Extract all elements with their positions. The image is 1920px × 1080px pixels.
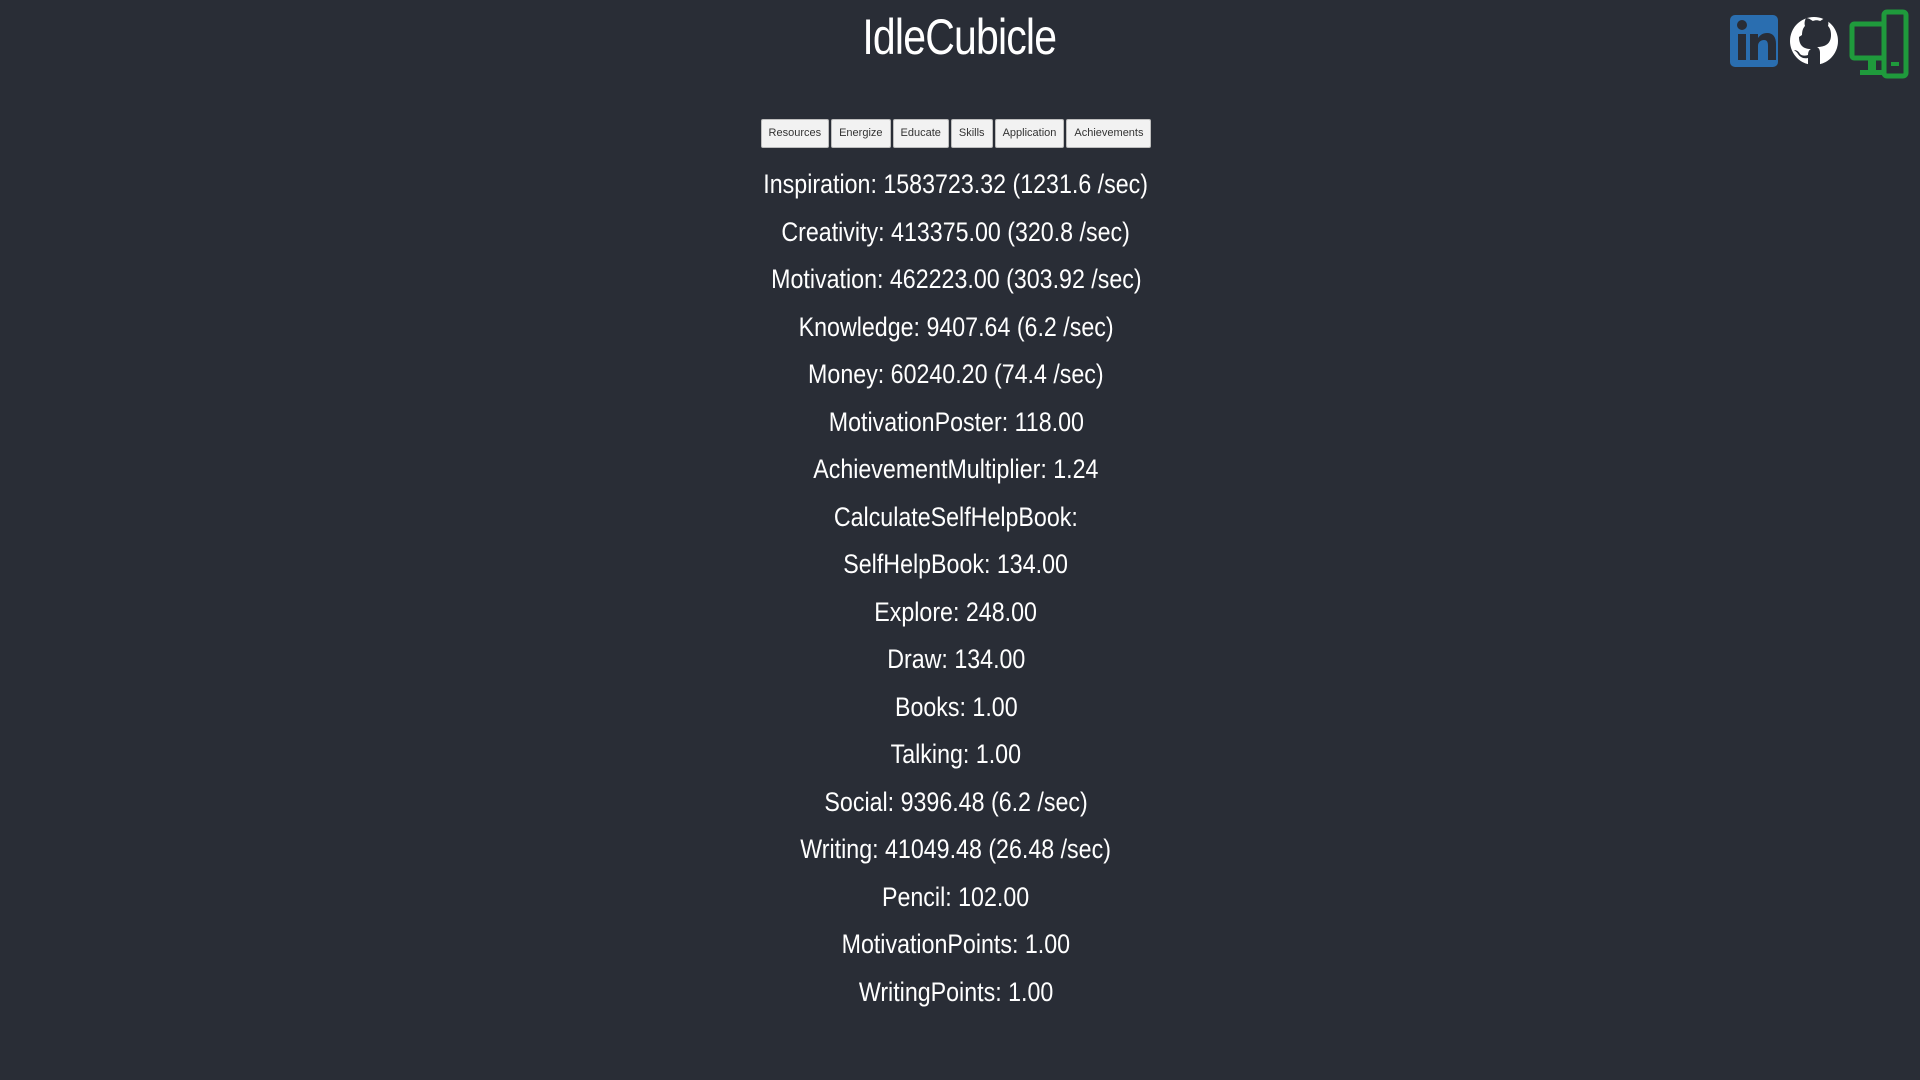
resource-list: Inspiration: 1583723.32 (1231.6 /sec) Cr… bbox=[0, 161, 1912, 1016]
devices-link[interactable] bbox=[1848, 8, 1909, 79]
stat-money: Money: 60240.20 (74.4 /sec) bbox=[808, 359, 1104, 389]
stat-motivation-points: MotivationPoints: 1.00 bbox=[841, 929, 1071, 959]
tab-achievements[interactable]: Achievements bbox=[1066, 119, 1152, 148]
tab-energize[interactable]: Energize bbox=[831, 119, 891, 148]
github-link[interactable] bbox=[1788, 8, 1840, 70]
tab-resources[interactable]: Resources bbox=[760, 119, 830, 148]
social-links bbox=[1728, 8, 1909, 79]
stat-motivation-poster: MotivationPoster: 118.00 bbox=[828, 406, 1084, 437]
stat-writing-points: WritingPoints: 1.00 bbox=[858, 976, 1054, 1007]
stat-calculate-self-help-book: CalculateSelfHelpBook: bbox=[834, 501, 1078, 532]
stat-inspiration: Inspiration: 1583723.32 (1231.6 /sec) bbox=[763, 169, 1149, 199]
stat-draw: Draw: 134.00 bbox=[886, 644, 1026, 674]
stat-self-help-book: SelfHelpBook: 134.00 bbox=[843, 549, 1069, 579]
linkedin-link[interactable] bbox=[1728, 8, 1780, 70]
linkedin-icon bbox=[1730, 15, 1778, 67]
devices-icon bbox=[1849, 9, 1909, 79]
stat-achievement-multiplier: AchievementMultiplier: 1.24 bbox=[813, 454, 1099, 484]
page-title: IdleCubicle bbox=[862, 9, 1057, 65]
tab-bar: Resources Energize Educate Skills Applic… bbox=[0, 119, 1912, 148]
github-icon bbox=[1790, 17, 1838, 65]
tab-application[interactable]: Application bbox=[994, 119, 1065, 148]
tab-skills[interactable]: Skills bbox=[950, 119, 993, 148]
tab-educate[interactable]: Educate bbox=[892, 119, 949, 148]
stat-social: Social: 9396.48 (6.2 /sec) bbox=[824, 786, 1088, 817]
stat-motivation: Motivation: 462223.00 (303.92 /sec) bbox=[770, 264, 1142, 294]
stat-books: Books: 1.00 bbox=[894, 691, 1018, 722]
stat-creativity: Creativity: 413375.00 (320.8 /sec) bbox=[781, 216, 1131, 247]
page: IdleCubicle Resources Energize Educate S… bbox=[0, 0, 1920, 1080]
stat-pencil: Pencil: 102.00 bbox=[882, 881, 1030, 912]
stat-talking: Talking: 1.00 bbox=[890, 739, 1022, 769]
stat-knowledge: Knowledge: 9407.64 (6.2 /sec) bbox=[798, 311, 1114, 342]
stat-writing: Writing: 41049.48 (26.48 /sec) bbox=[800, 834, 1112, 864]
stat-explore: Explore: 248.00 bbox=[874, 596, 1038, 627]
